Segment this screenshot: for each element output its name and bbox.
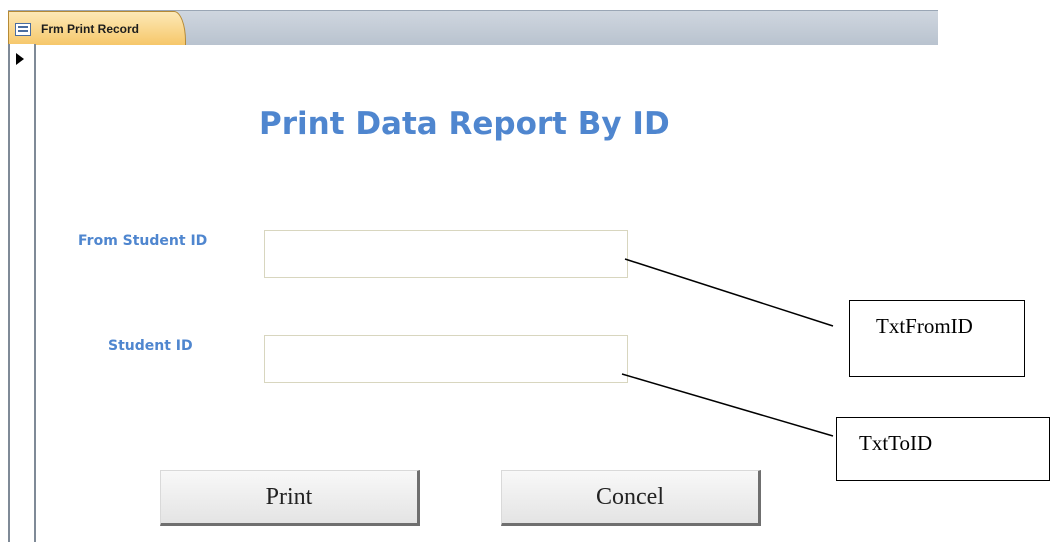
form-title: Print Data Report By ID: [259, 106, 670, 142]
current-record-arrow-icon: [16, 53, 24, 65]
cancel-button[interactable]: Concel: [501, 470, 761, 526]
print-button[interactable]: Print: [160, 470, 420, 526]
to-student-id-input[interactable]: [264, 335, 628, 383]
to-callout-leader: [621, 373, 834, 437]
form-tab[interactable]: Frm Print Record: [8, 11, 186, 45]
form-tab-label: Frm Print Record: [41, 22, 140, 36]
record-selector[interactable]: [8, 44, 36, 542]
from-student-id-label: From Student ID: [78, 233, 208, 249]
form-icon: [15, 23, 31, 36]
from-id-callout: TxtFromID: [849, 300, 1025, 377]
from-student-id-input[interactable]: [264, 230, 628, 278]
from-callout-leader: [624, 258, 834, 327]
to-student-id-label: Student ID: [108, 338, 193, 354]
document-tab-strip: Frm Print Record: [8, 10, 938, 45]
to-id-callout: TxtToID: [836, 417, 1050, 481]
